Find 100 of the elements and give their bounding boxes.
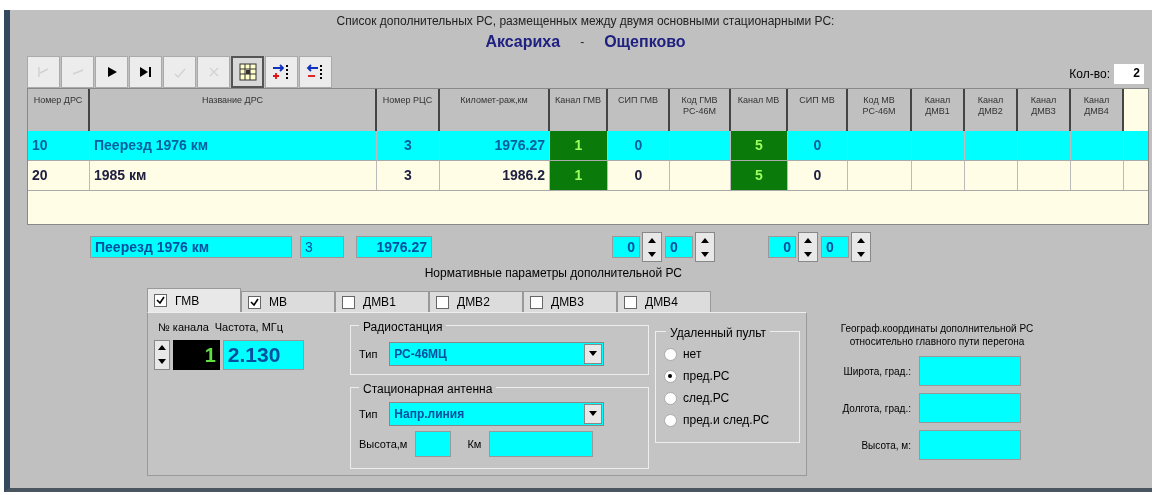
up-arrow-icon xyxy=(701,237,709,243)
coordinate-label: Высота, м: xyxy=(860,438,912,453)
column-header: Канал ДМВ4 xyxy=(1071,89,1124,131)
station-type-dropdown[interactable]: РС-46МЦ xyxy=(389,341,605,366)
grid-icon xyxy=(238,63,257,81)
radio-label: пред.и след.РС xyxy=(683,412,770,429)
table-cell: 0 xyxy=(788,161,848,190)
radio-button[interactable] xyxy=(664,347,677,361)
up-arrow-icon xyxy=(648,237,656,243)
tab[interactable]: ДМВ4 xyxy=(617,291,711,312)
toolbar-button[interactable] xyxy=(129,56,162,88)
spin-field[interactable]: 0 xyxy=(768,236,796,258)
antenna-type-dropdown[interactable]: Напр.линия xyxy=(389,401,605,426)
table-cell: 1 xyxy=(550,131,608,160)
coordinate-field[interactable] xyxy=(919,356,1021,386)
column-header: Канал МВ xyxy=(731,89,788,131)
spin-field[interactable]: 0 xyxy=(821,236,849,258)
column-header: Номер ДРС xyxy=(28,89,90,131)
name-field[interactable]: Пеерезд 1976 км xyxy=(90,236,292,258)
table-cell: 1985 км xyxy=(90,161,377,190)
radio-label: пред.РС xyxy=(683,368,730,385)
count-field: 2 xyxy=(1114,64,1144,84)
station-name: Аксариха xyxy=(485,32,561,52)
table-cell: 0 xyxy=(788,131,848,160)
table-cell: Пеерезд 1976 км xyxy=(90,131,377,160)
spin-field[interactable]: 0 xyxy=(665,236,693,258)
checkbox[interactable] xyxy=(342,295,355,309)
tab[interactable]: ДМВ1 xyxy=(335,291,429,312)
down-arrow-icon xyxy=(701,251,709,257)
channel-number-display: 1 xyxy=(172,339,220,370)
separator: - xyxy=(580,34,585,51)
coordinates-caption: Географ.координаты дополнительной РС относительно главного пути перегона xyxy=(839,322,1035,348)
last-record-icon xyxy=(138,66,153,78)
checkbox[interactable] xyxy=(436,295,449,309)
down-arrow-icon xyxy=(804,251,812,257)
km-field[interactable]: 1976.27 xyxy=(356,236,432,258)
radio-button[interactable] xyxy=(664,413,677,427)
table-cell: 3 xyxy=(377,131,440,160)
table-cell: 20 xyxy=(28,161,90,190)
column-header: Километ-раж,км xyxy=(440,89,550,131)
column-header: Канал ДМВ1 xyxy=(912,89,965,131)
spin-field[interactable]: 0 xyxy=(612,236,640,258)
dropdown-arrow-icon xyxy=(589,351,598,357)
tab[interactable]: ГМВ xyxy=(147,288,241,312)
height-label: Высота,м xyxy=(359,436,408,452)
column-header: СИП ГМВ xyxy=(608,89,670,131)
table-row[interactable]: 10 Пеерезд 1976 км 3 1976.27 1 0 5 0 xyxy=(28,131,1148,161)
column-header: Канал ДМВ3 xyxy=(1018,89,1071,131)
section-title: Нормативные параметры дополнительной РС xyxy=(424,265,682,282)
spin-buttons[interactable] xyxy=(695,232,715,262)
toolbar-button[interactable] xyxy=(95,56,128,88)
column-header: Канал ДМВ2 xyxy=(965,89,1018,131)
checkbox[interactable] xyxy=(530,295,543,309)
column-header: СИП МВ xyxy=(788,89,848,131)
coordinate-field[interactable] xyxy=(919,430,1021,460)
radio-label: нет xyxy=(683,346,702,363)
coordinate-label: Долгота, град.: xyxy=(841,401,912,416)
group-title: Удаленный пульт xyxy=(666,324,770,342)
rcs-field[interactable]: 3 xyxy=(300,236,344,258)
coordinate-label: Широта, град.: xyxy=(842,364,912,379)
dropdown-arrow-icon xyxy=(589,411,598,417)
toolbar-button[interactable] xyxy=(231,56,264,88)
tab[interactable]: ДМВ2 xyxy=(429,291,523,312)
list-caption: Список дополнительных РС, размещенных между двумя основными стационарными РС: xyxy=(336,13,835,30)
spin-buttons[interactable] xyxy=(154,339,170,370)
radio-button[interactable] xyxy=(664,369,677,383)
toolbar-button[interactable] xyxy=(299,56,332,88)
toolbar-button[interactable] xyxy=(265,56,298,88)
km-input-field[interactable] xyxy=(489,430,594,457)
down-arrow-icon xyxy=(857,251,865,257)
spin-buttons[interactable] xyxy=(851,232,871,262)
coordinate-field[interactable] xyxy=(919,393,1021,423)
column-header: Название ДРС xyxy=(90,89,377,131)
first-record-icon xyxy=(36,65,51,79)
table-cell: 5 xyxy=(731,161,788,190)
tab[interactable]: МВ xyxy=(241,291,335,312)
column-header: Канал ГМВ xyxy=(550,89,608,131)
checkbox[interactable] xyxy=(154,294,167,307)
up-arrow-icon xyxy=(857,237,865,243)
km-label: Км xyxy=(467,436,482,452)
table-row[interactable]: 20 1985 км 3 1986.2 1 0 5 0 xyxy=(28,161,1148,191)
tab[interactable]: ДМВ3 xyxy=(523,291,617,312)
column-header: Номер РЦС xyxy=(377,89,440,131)
table-cell: 5 xyxy=(731,131,788,160)
checkbox[interactable] xyxy=(248,295,261,309)
radio-button[interactable] xyxy=(664,391,677,405)
height-field[interactable] xyxy=(415,430,452,457)
checkbox[interactable] xyxy=(624,295,637,309)
frequency-field[interactable]: 2.130 xyxy=(222,339,304,370)
station-name: Ощепково xyxy=(604,32,686,52)
table-cell: 1 xyxy=(550,161,608,190)
column-header: Код ГМВ РС-46М xyxy=(670,89,731,131)
down-arrow-icon xyxy=(648,251,656,257)
up-arrow-icon xyxy=(804,237,812,243)
down-arrow-icon xyxy=(157,359,166,364)
type-label: Тип xyxy=(359,406,378,422)
spin-buttons[interactable] xyxy=(642,232,662,262)
channel-number-label: № канала xyxy=(158,320,209,335)
spin-buttons[interactable] xyxy=(798,232,818,262)
table-cell: 0 xyxy=(608,161,670,190)
